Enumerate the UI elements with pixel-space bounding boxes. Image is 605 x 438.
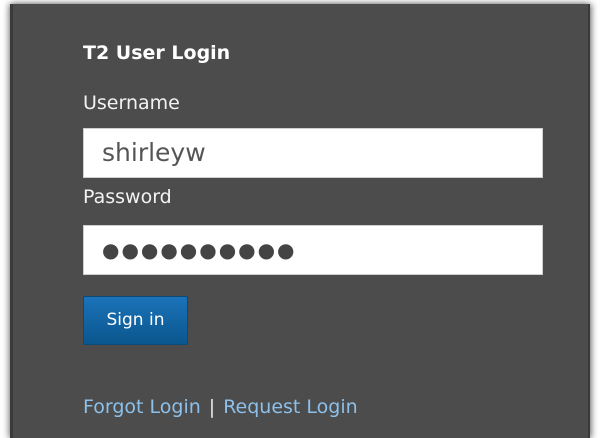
password-label: Password	[83, 186, 172, 208]
link-separator: |	[208, 396, 216, 418]
login-panel: T2 User Login Username shirleyw Password…	[10, 4, 590, 438]
username-input[interactable]: shirleyw	[83, 128, 543, 178]
username-label: Username	[83, 92, 180, 114]
sign-in-button[interactable]: Sign in	[83, 296, 188, 345]
login-title: T2 User Login	[83, 42, 231, 64]
login-screen: T2 User Login Username shirleyw Password…	[0, 0, 605, 438]
request-login-link[interactable]: Request Login	[223, 396, 357, 418]
password-input[interactable]: ●●●●●●●●●●	[83, 225, 543, 275]
login-links: Forgot Login | Request Login	[83, 396, 358, 418]
forgot-login-link[interactable]: Forgot Login	[83, 396, 201, 418]
